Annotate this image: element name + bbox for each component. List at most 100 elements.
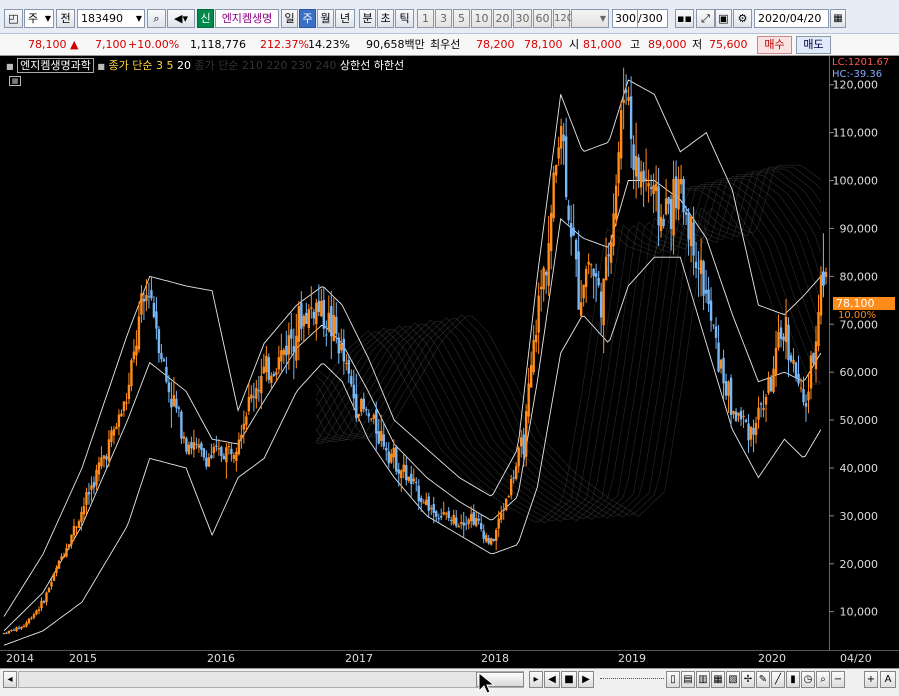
search-icon[interactable]: ⌕ xyxy=(147,9,166,28)
stock-code-input[interactable]: 183490 ▼ xyxy=(77,9,145,28)
scroll-track[interactable] xyxy=(18,671,524,688)
play-back-icon[interactable]: ◀ xyxy=(544,671,560,688)
candle-up xyxy=(240,434,243,440)
candle-down xyxy=(789,355,793,362)
candle-up xyxy=(425,499,428,506)
grid-icon[interactable]: ▦ xyxy=(9,76,21,86)
current-price: 78,100 ▲ xyxy=(28,37,78,53)
turnover-rate: 14.23% xyxy=(308,38,350,51)
candle-down xyxy=(787,324,790,361)
date-input[interactable]: 2020/04/20 xyxy=(754,9,829,28)
candle-up xyxy=(422,502,425,504)
draw-icon[interactable]: ✎ xyxy=(756,671,770,688)
candle-down xyxy=(382,434,385,447)
calendar-icon[interactable]: ▦ xyxy=(830,9,846,28)
chart-type-icon[interactable]: ▤ xyxy=(681,671,695,688)
speaker-icon[interactable]: ◀▾ xyxy=(167,9,195,28)
zoom-search-icon[interactable]: ⌕ xyxy=(816,671,830,688)
mouse-cursor-icon xyxy=(478,672,496,694)
candle-down xyxy=(704,289,708,294)
previous-button[interactable]: 전 xyxy=(56,9,75,28)
scroll-right-button[interactable]: ▸ xyxy=(529,671,543,688)
candle-down xyxy=(577,251,580,310)
zoom-out-icon[interactable]: − xyxy=(831,671,845,688)
y-tick-label: 60,000 xyxy=(840,366,879,379)
candle-up xyxy=(15,627,18,631)
open-price: 81,000 xyxy=(583,38,622,51)
candle-down xyxy=(752,427,755,435)
candle-up xyxy=(172,395,176,407)
candle-up xyxy=(255,388,258,399)
candle-up xyxy=(627,96,630,101)
period-day-button[interactable]: 일 xyxy=(281,9,298,28)
crosshair-icon[interactable]: ✢ xyxy=(741,671,755,688)
candle-down xyxy=(157,329,161,354)
count-10-button[interactable]: 10 xyxy=(471,9,492,28)
interval-tick-button[interactable]: 틱 xyxy=(395,9,414,28)
count-30-button[interactable]: 30 xyxy=(513,9,532,28)
sell-button[interactable]: 매도 xyxy=(796,36,831,54)
layout-icon[interactable]: ▧ xyxy=(726,671,740,688)
custom-count-select[interactable]: ▼ xyxy=(571,9,609,28)
candle-up xyxy=(95,469,98,486)
gear-icon[interactable]: ⚙ xyxy=(733,9,752,28)
candle-down xyxy=(322,299,326,329)
candle-down xyxy=(437,518,440,520)
period-icon[interactable]: ◷ xyxy=(801,671,815,688)
market-type-select[interactable]: 주 ▼ xyxy=(24,9,54,28)
y-tick-label: 80,000 xyxy=(840,270,879,283)
candle-up xyxy=(107,439,111,461)
window-icon[interactable]: ◰ xyxy=(4,9,23,28)
candle-down xyxy=(487,538,490,544)
legend-stock-name[interactable]: 엔지켐생명과학 xyxy=(17,58,94,73)
period-month-button[interactable]: 월 xyxy=(317,9,334,28)
candle-down xyxy=(567,205,570,221)
line-icon[interactable]: ╱ xyxy=(771,671,785,688)
count-20-button[interactable]: 20 xyxy=(493,9,512,28)
zoom-in-icon[interactable]: + xyxy=(864,671,878,688)
candle-up xyxy=(70,534,73,545)
candle-down xyxy=(395,446,398,472)
price-chart[interactable]: 120,000 110,000 100,000 90,000 80,000 70,000 6… xyxy=(0,56,899,668)
candle-down xyxy=(702,261,705,296)
speed-slider[interactable] xyxy=(600,678,664,681)
count-120-button[interactable]: 120 xyxy=(553,9,573,28)
candle-down xyxy=(562,134,565,142)
candle-up xyxy=(762,407,765,410)
interval-minute-button[interactable]: 분 xyxy=(359,9,376,28)
zoom-fit-icon[interactable]: ▯ xyxy=(666,671,680,688)
compare-icon[interactable]: ▥ xyxy=(696,671,710,688)
trend-icon[interactable]: ⤢ xyxy=(696,9,715,28)
scroll-left-button[interactable]: ◂ xyxy=(3,671,17,688)
range-input[interactable]: 300 xyxy=(612,9,638,28)
text-size-icon[interactable]: A xyxy=(880,671,896,688)
candle-up xyxy=(40,600,43,609)
best-label: 최우선 xyxy=(430,38,461,51)
chart-tool-icon[interactable]: ▪▪ xyxy=(675,9,694,28)
candle-down xyxy=(435,511,438,517)
bollinger-upper-line xyxy=(3,79,822,617)
count-3-button[interactable]: 3 xyxy=(435,9,452,28)
candle-up xyxy=(699,259,703,274)
candle-down xyxy=(709,300,713,321)
current-price-value: 78,100 xyxy=(28,38,67,51)
credit-badge[interactable]: 신 xyxy=(197,9,214,28)
candle-down xyxy=(405,465,408,481)
candle-up xyxy=(307,309,311,328)
play-icon[interactable]: ▶ xyxy=(578,671,594,688)
count-1-button[interactable]: 1 xyxy=(417,9,434,28)
interval-second-button[interactable]: 초 xyxy=(377,9,394,28)
candle-down xyxy=(42,601,46,603)
stop-icon[interactable]: ■ xyxy=(561,671,577,688)
save-icon[interactable]: ▣ xyxy=(715,9,732,28)
candle-up xyxy=(402,464,405,472)
count-5-button[interactable]: 5 xyxy=(453,9,470,28)
volume-icon[interactable]: ▮ xyxy=(786,671,800,688)
period-year-button[interactable]: 년 xyxy=(335,9,355,28)
buy-button[interactable]: 매수 xyxy=(757,36,792,54)
indicator-icon[interactable]: ▦ xyxy=(711,671,725,688)
legend-bullet-icon: ■ xyxy=(6,62,14,71)
candle-up xyxy=(262,366,266,374)
count-60-button[interactable]: 60 xyxy=(533,9,552,28)
period-week-button[interactable]: 주 xyxy=(299,9,316,28)
